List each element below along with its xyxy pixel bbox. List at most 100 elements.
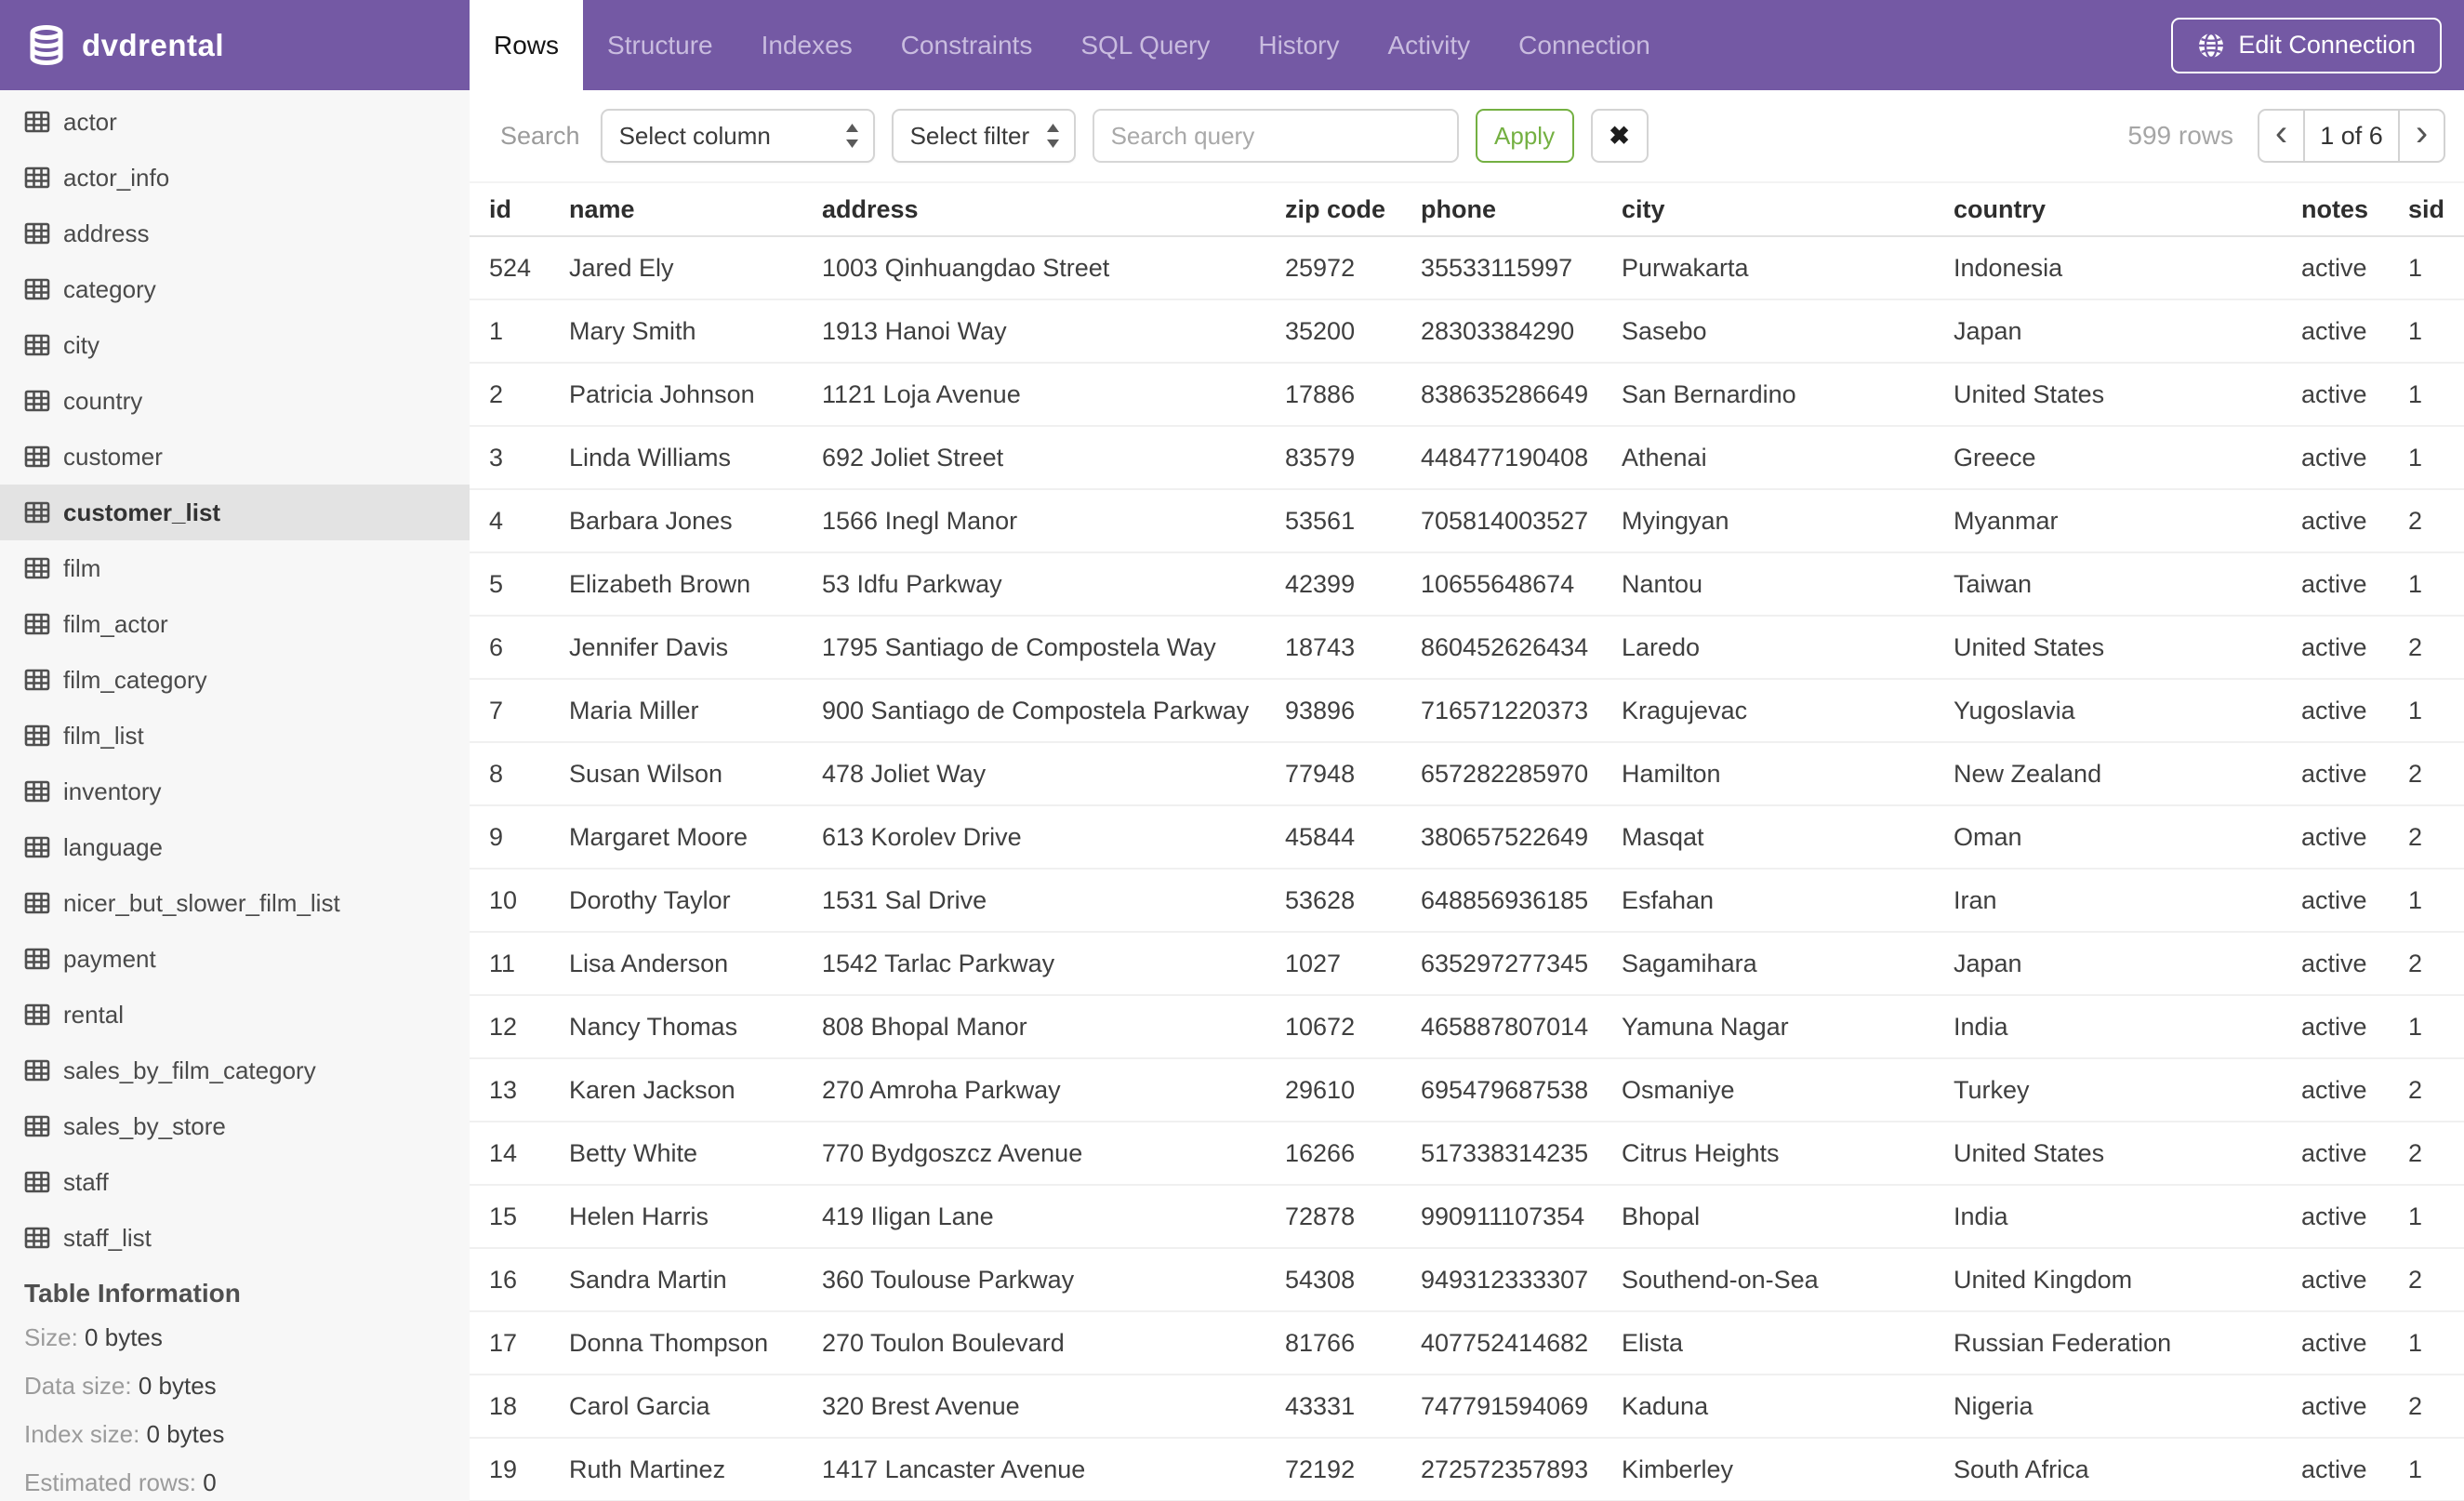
table-cell: active	[2301, 742, 2408, 806]
table-cell: Maria Miller	[569, 679, 822, 743]
table-cell: 72192	[1285, 1438, 1421, 1501]
sidebar-item-city[interactable]: city	[0, 317, 470, 373]
table-cell: 716571220373	[1421, 679, 1622, 743]
sidebar-item-category[interactable]: category	[0, 261, 470, 317]
table-row[interactable]: 7 Maria Miller 900 Santiago de Compostela …	[470, 679, 2464, 743]
column-header-country[interactable]: country	[1954, 183, 2301, 237]
table-row[interactable]: 19 Ruth Martinez 1417 Lancaster Avenue 7219…	[470, 1438, 2464, 1501]
edit-connection-label: Edit Connection	[2238, 31, 2416, 59]
sidebar-item-sales_by_store[interactable]: sales_by_store	[0, 1098, 470, 1154]
table-cell: 2	[2408, 489, 2464, 553]
sidebar-item-customer[interactable]: customer	[0, 429, 470, 485]
tab-constraints[interactable]: Constraints	[877, 0, 1057, 90]
sidebar-item-actor[interactable]: actor	[0, 94, 470, 150]
table-row[interactable]: 3 Linda Williams 692 Joliet Street 83579 448…	[470, 426, 2464, 490]
apply-button[interactable]: Apply	[1475, 109, 1574, 163]
table-cell: 1795 Santiago de Compostela Way	[822, 616, 1285, 680]
table-cell: Citrus Heights	[1622, 1122, 1954, 1186]
sidebar-item-film[interactable]: film	[0, 540, 470, 596]
table-cell: 1	[2408, 236, 2464, 300]
table-cell: Esfahan	[1622, 869, 1954, 933]
table-cell: 16266	[1285, 1122, 1421, 1186]
table-row[interactable]: 11 Lisa Anderson 1542 Tarlac Parkway 1027 63…	[470, 932, 2464, 996]
tab-connection[interactable]: Connection	[1494, 0, 1675, 90]
table-cell: San Bernardino	[1622, 363, 1954, 427]
table-cell: Hamilton	[1622, 742, 1954, 806]
column-header-id[interactable]: id	[470, 183, 569, 237]
table-row[interactable]: 10 Dorothy Taylor 1531 Sal Drive 53628 64885…	[470, 869, 2464, 933]
tab-sql-query[interactable]: SQL Query	[1056, 0, 1234, 90]
table-cell: active	[2301, 1375, 2408, 1439]
column-header-zip-code[interactable]: zip code	[1285, 183, 1421, 237]
sidebar-item-inventory[interactable]: inventory	[0, 764, 470, 819]
tab-history[interactable]: History	[1234, 0, 1363, 90]
table-cell: 9	[470, 805, 569, 870]
filter-select[interactable]: Select filter	[891, 109, 1076, 163]
table-grid-icon	[24, 836, 50, 858]
edit-connection-button[interactable]: Edit Connection	[2171, 17, 2442, 73]
table-cell: Russian Federation	[1954, 1311, 2301, 1375]
table-cell: Helen Harris	[569, 1185, 822, 1249]
table-row[interactable]: 1 Mary Smith 1913 Hanoi Way 35200 2830338429…	[470, 299, 2464, 364]
table-row[interactable]: 5 Elizabeth Brown 53 Idfu Parkway 42399 1065…	[470, 552, 2464, 617]
sidebar-item-actor_info[interactable]: actor_info	[0, 150, 470, 206]
tab-rows[interactable]: Rows	[470, 0, 584, 90]
table-cell: 270 Toulon Boulevard	[822, 1311, 1285, 1375]
sidebar-item-customer_list[interactable]: customer_list	[0, 485, 470, 540]
sidebar-item-film_list[interactable]: film_list	[0, 708, 470, 764]
table-row[interactable]: 12 Nancy Thomas 808 Bhopal Manor 10672 46588…	[470, 995, 2464, 1059]
table-row[interactable]: 9 Margaret Moore 613 Korolev Drive 45844 380…	[470, 805, 2464, 870]
table-cell: Kimberley	[1622, 1438, 1954, 1501]
table-grid-icon	[24, 222, 50, 245]
search-input[interactable]	[1092, 109, 1459, 163]
sidebar-item-nicer_but_slower_film_list[interactable]: nicer_but_slower_film_list	[0, 875, 470, 931]
sidebar-item-payment[interactable]: payment	[0, 931, 470, 987]
tab-activity[interactable]: Activity	[1363, 0, 1494, 90]
sidebar-item-language[interactable]: language	[0, 819, 470, 875]
table-cell: 16	[470, 1248, 569, 1312]
sidebar-item-country[interactable]: country	[0, 373, 470, 429]
sidebar-item-staff[interactable]: staff	[0, 1154, 470, 1210]
table-cell: Carol Garcia	[569, 1375, 822, 1439]
column-header-name[interactable]: name	[569, 183, 822, 237]
clear-search-button[interactable]: ✖	[1590, 109, 1649, 163]
column-header-phone[interactable]: phone	[1421, 183, 1622, 237]
sidebar-item-staff_list[interactable]: staff_list	[0, 1210, 470, 1266]
table-cell: 1	[2408, 552, 2464, 617]
table-cell: 747791594069	[1421, 1375, 1622, 1439]
table-row[interactable]: 16 Sandra Martin 360 Toulouse Parkway 54308…	[470, 1248, 2464, 1312]
table-cell: 1913 Hanoi Way	[822, 299, 1285, 364]
column-header-city[interactable]: city	[1622, 183, 1954, 237]
table-cell: 5	[470, 552, 569, 617]
table-row[interactable]: 6 Jennifer Davis 1795 Santiago de Composte…	[470, 616, 2464, 680]
previous-page-button[interactable]: ‹	[2259, 111, 2303, 161]
table-cell: 25972	[1285, 236, 1421, 300]
column-header-address[interactable]: address	[822, 183, 1285, 237]
table-cell: 1	[2408, 426, 2464, 490]
sidebar-item-film_actor[interactable]: film_actor	[0, 596, 470, 652]
sidebar-item-rental[interactable]: rental	[0, 987, 470, 1043]
table-row[interactable]: 13 Karen Jackson 270 Amroha Parkway 29610 69…	[470, 1058, 2464, 1122]
table-row[interactable]: 524 Jared Ely 1003 Qinhuangdao Street 25972…	[470, 236, 2464, 300]
table-row[interactable]: 15 Helen Harris 419 Iligan Lane 72878 990911…	[470, 1185, 2464, 1249]
table-row[interactable]: 4 Barbara Jones 1566 Inegl Manor 53561 70581…	[470, 489, 2464, 553]
column-header-notes[interactable]: notes	[2301, 183, 2408, 237]
sidebar-item-film_category[interactable]: film_category	[0, 652, 470, 708]
table-row[interactable]: 8 Susan Wilson 478 Joliet Way 77948 65728228…	[470, 742, 2464, 806]
table-grid-icon	[24, 1003, 50, 1026]
table-row[interactable]: 14 Betty White 770 Bydgoszcz Avenue 16266 51…	[470, 1122, 2464, 1186]
column-select[interactable]: Select column	[600, 109, 875, 163]
table-row[interactable]: 2 Patricia Johnson 1121 Loja Avenue 17886 83…	[470, 363, 2464, 427]
table-row[interactable]: 17 Donna Thompson 270 Toulon Boulevard 8176…	[470, 1311, 2464, 1375]
next-page-button[interactable]: ›	[2400, 111, 2444, 161]
table-row[interactable]: 18 Carol Garcia 320 Brest Avenue 43331 74779…	[470, 1375, 2464, 1439]
sidebar-item-sales_by_film_category[interactable]: sales_by_film_category	[0, 1043, 470, 1098]
table-cell: 1	[2408, 363, 2464, 427]
sidebar-item-address[interactable]: address	[0, 206, 470, 261]
table-cell: United States	[1954, 616, 2301, 680]
tab-indexes[interactable]: Indexes	[737, 0, 877, 90]
table-cell: 18	[470, 1375, 569, 1439]
column-header-sid[interactable]: sid	[2408, 183, 2464, 237]
tab-structure[interactable]: Structure	[583, 0, 737, 90]
table-cell: 419 Iligan Lane	[822, 1185, 1285, 1249]
